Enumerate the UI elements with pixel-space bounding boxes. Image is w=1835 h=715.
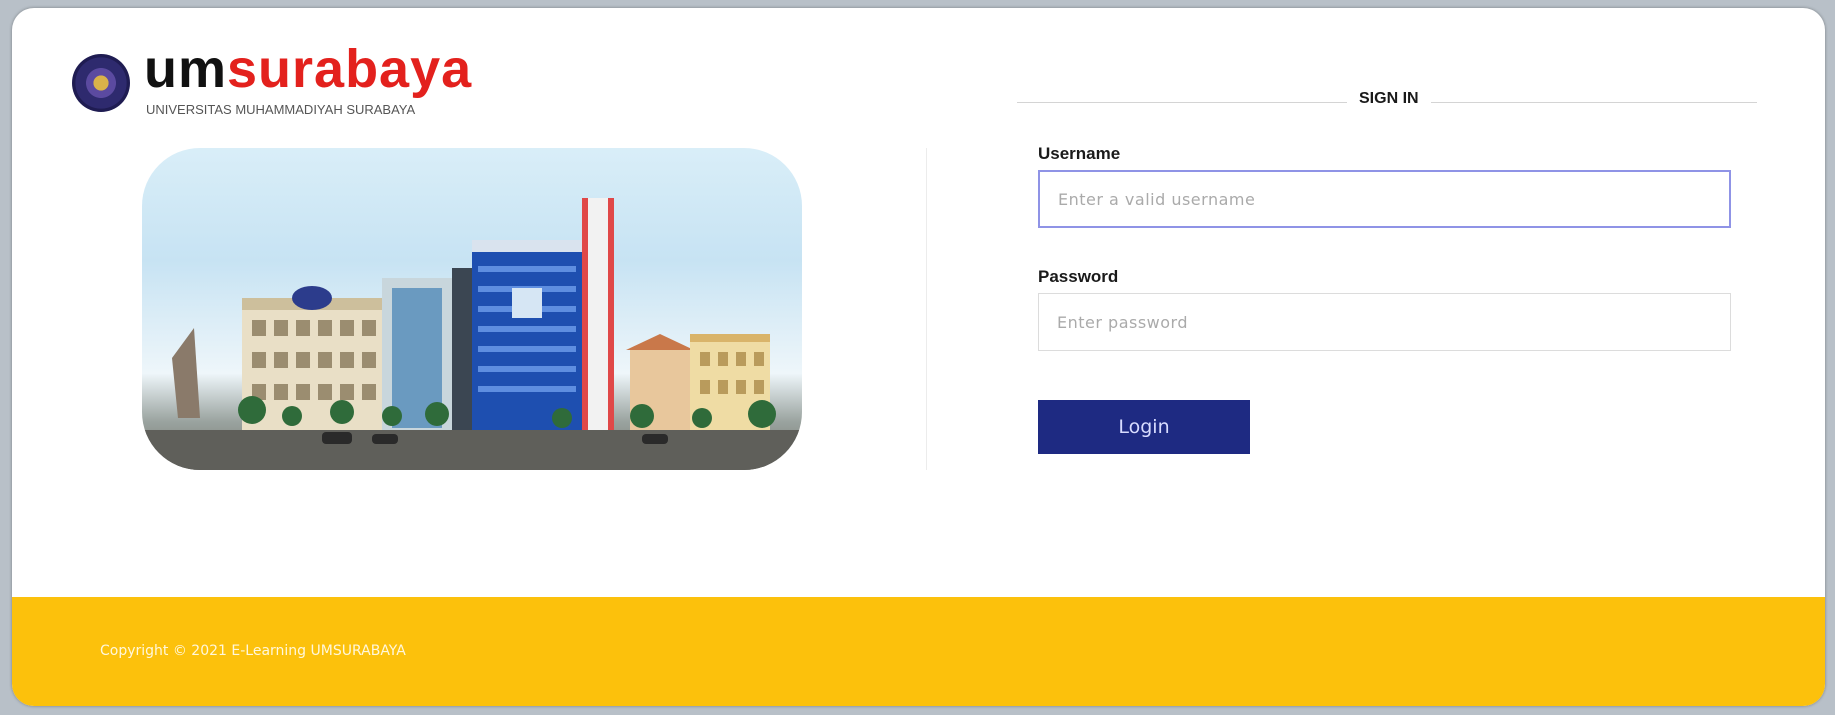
username-label: Username <box>1038 144 1121 163</box>
login-page: umsurabaya UNIVERSITAS MUHAMMADIYAH SURA… <box>12 8 1825 706</box>
footer: Copyright © 2021 E-Learning UMSURABAYA <box>12 597 1825 706</box>
password-label: Password <box>1038 267 1119 286</box>
university-emblem-icon <box>72 54 130 112</box>
logo-subtitle: UNIVERSITAS MUHAMMADIYAH SURABAYA <box>146 102 416 117</box>
username-input[interactable] <box>1038 170 1731 228</box>
vertical-divider <box>926 148 927 470</box>
footer-copyright: Copyright © 2021 E-Learning UMSURABAYA <box>100 643 406 659</box>
campus-illustration <box>142 198 802 470</box>
university-logo: umsurabaya UNIVERSITAS MUHAMMADIYAH SURA… <box>60 39 480 126</box>
campus-building-photo <box>142 148 802 470</box>
sign-in-title: SIGN IN <box>1347 90 1431 108</box>
password-input[interactable] <box>1038 293 1731 351</box>
logo-wordmark: umsurabaya <box>144 38 472 100</box>
login-button[interactable]: Login <box>1038 400 1250 454</box>
logo-um-text: um <box>144 39 227 99</box>
sign-in-header: SIGN IN <box>1017 90 1757 114</box>
logo-surabaya-text: surabaya <box>227 39 473 99</box>
